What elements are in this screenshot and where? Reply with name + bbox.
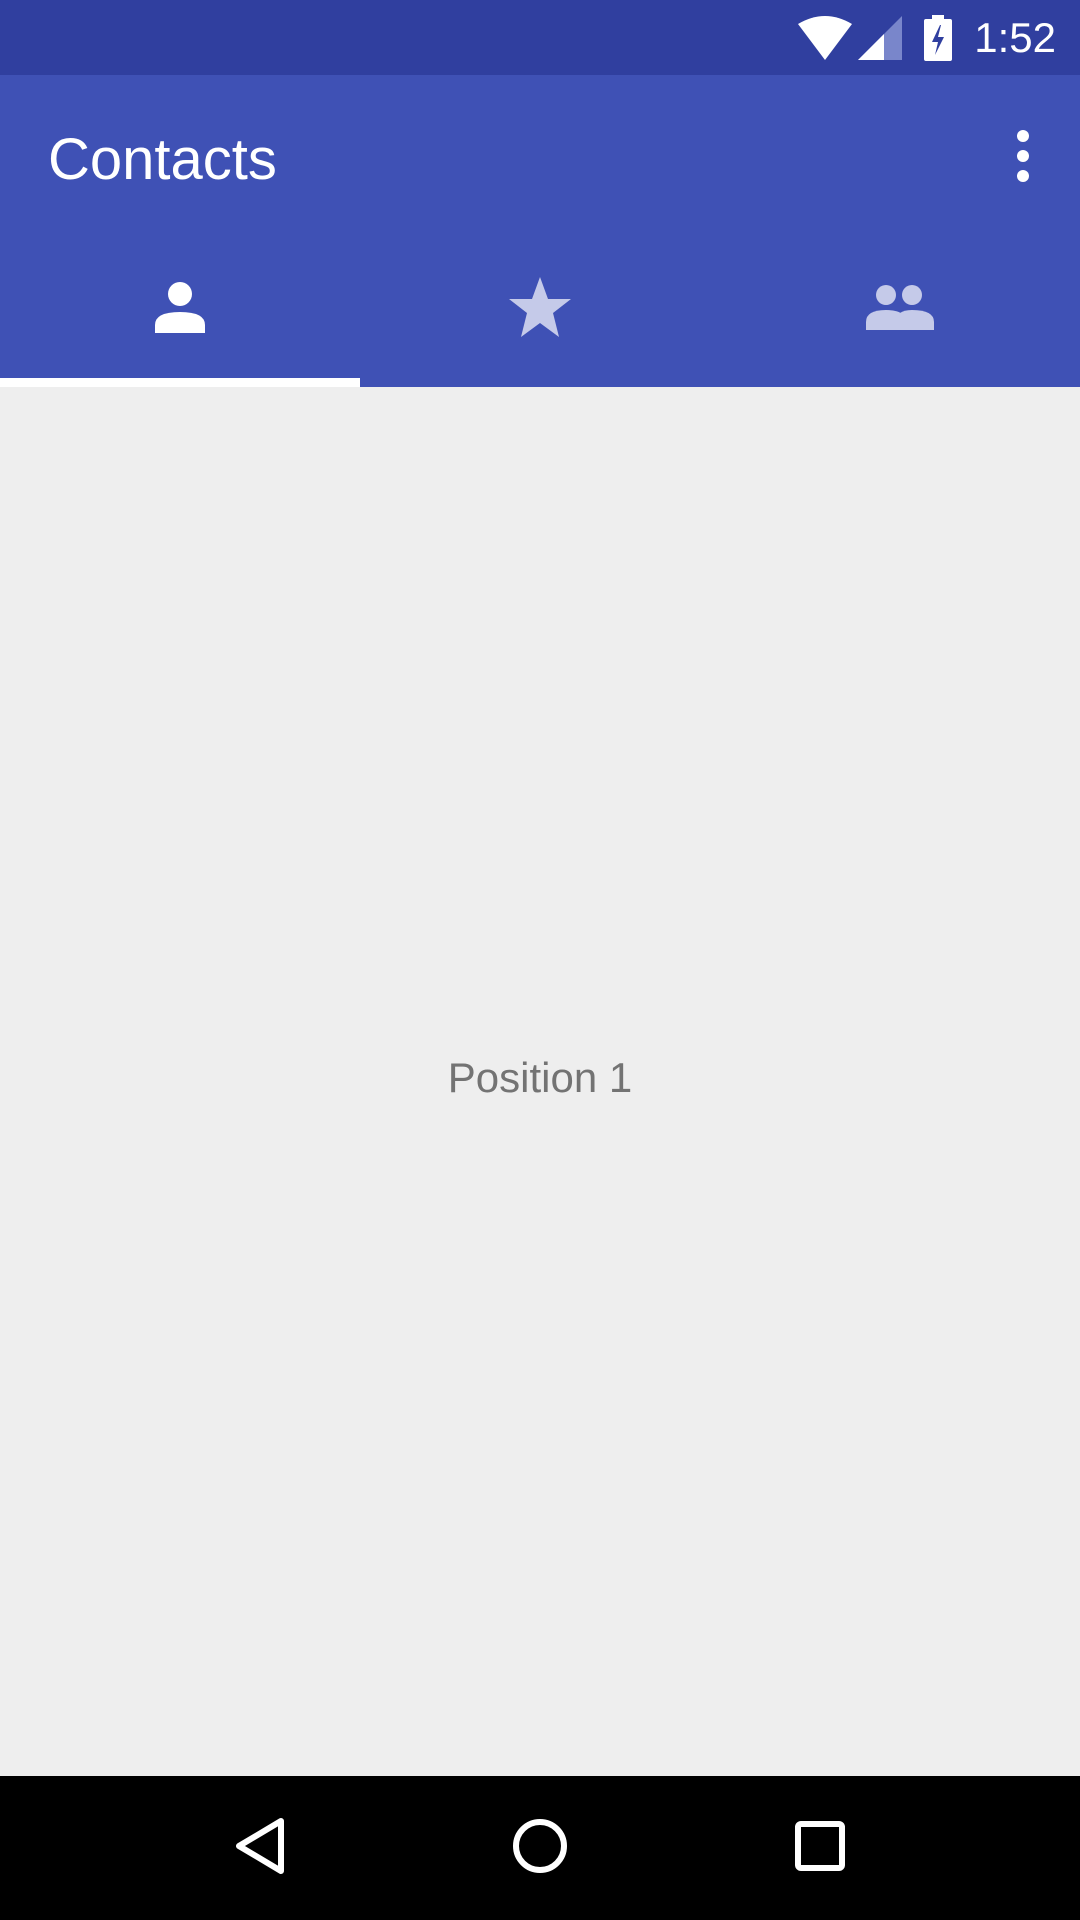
tab-indicator xyxy=(0,378,360,387)
star-icon xyxy=(509,277,571,342)
group-icon xyxy=(866,284,934,335)
home-button[interactable] xyxy=(480,1788,600,1908)
navigation-bar xyxy=(0,1776,1080,1920)
person-icon xyxy=(154,281,206,338)
position-label: Position 1 xyxy=(447,1054,633,1101)
back-button[interactable] xyxy=(200,1788,320,1908)
back-icon xyxy=(233,1817,287,1880)
app-bar: Contacts xyxy=(0,75,1080,387)
tab-groups[interactable] xyxy=(720,232,1080,387)
tab-favorites[interactable] xyxy=(360,232,720,387)
tab-contacts[interactable] xyxy=(0,232,360,387)
home-icon xyxy=(512,1818,568,1879)
recents-button[interactable] xyxy=(760,1788,880,1908)
status-icons: 1:52 xyxy=(798,0,1056,75)
tab-bar xyxy=(0,232,1080,387)
recents-icon xyxy=(795,1820,845,1876)
page-content: Position 1 xyxy=(0,387,1080,1776)
cell-signal-icon xyxy=(858,15,903,60)
more-vert-icon xyxy=(1015,129,1031,187)
wifi-icon xyxy=(798,15,853,60)
overflow-menu-button[interactable] xyxy=(990,125,1056,191)
status-time: 1:52 xyxy=(974,14,1056,61)
status-bar: 1:52 xyxy=(0,0,1080,75)
app-title: Contacts xyxy=(48,127,277,192)
battery-charging-icon xyxy=(924,14,953,61)
